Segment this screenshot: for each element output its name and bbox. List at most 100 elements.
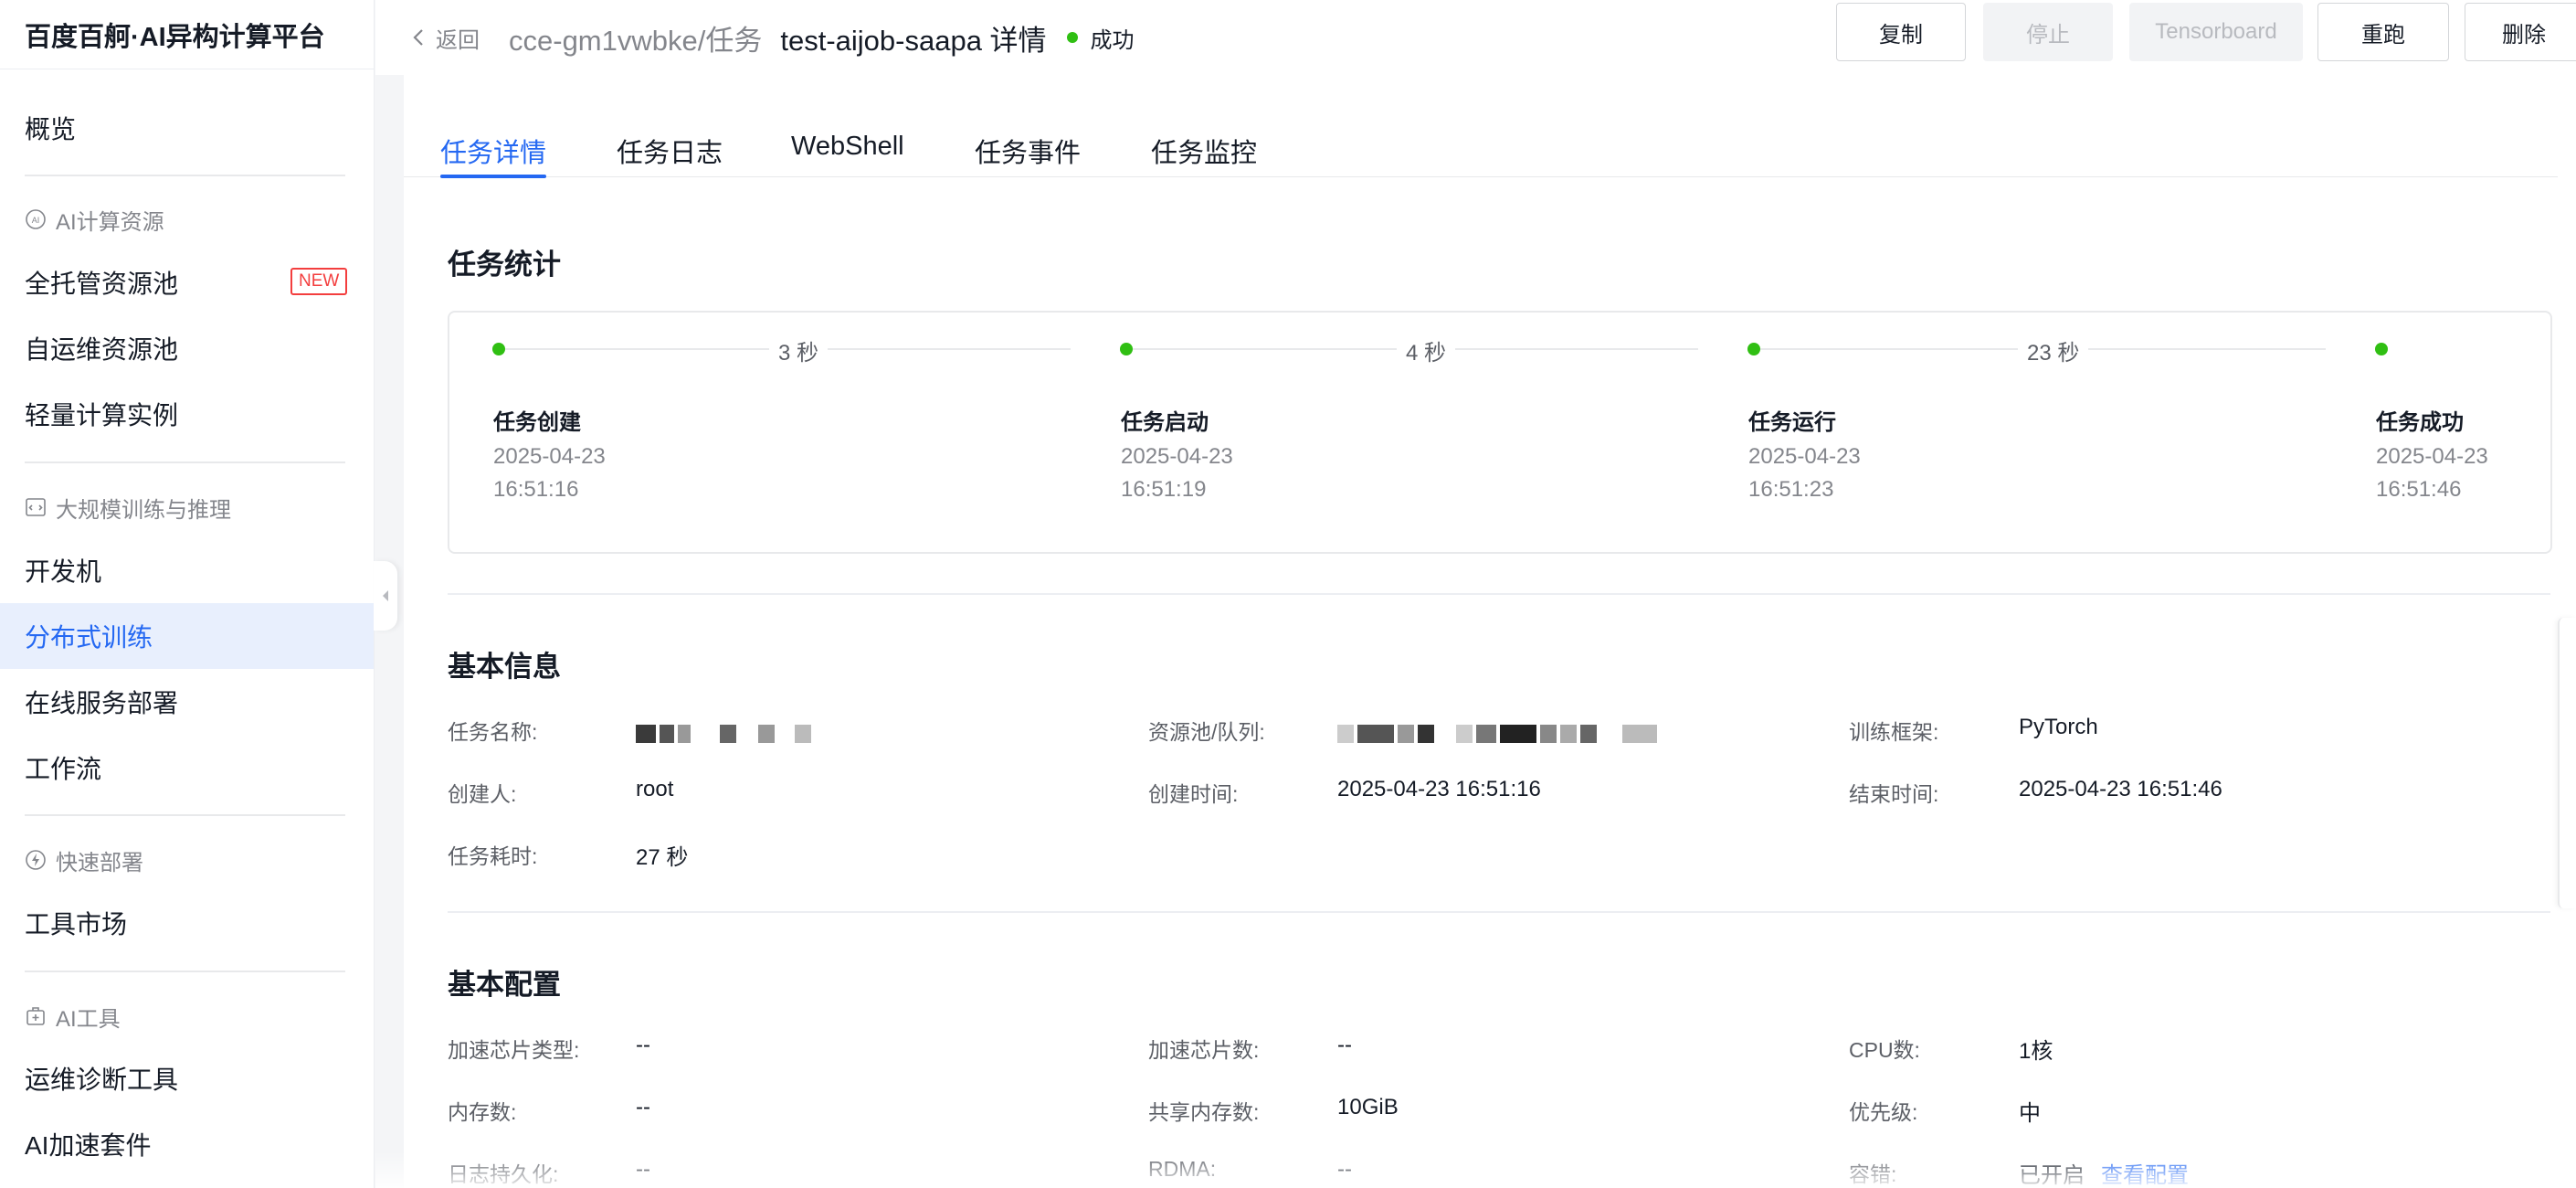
sidebar-item-label: 在线服务部署	[25, 689, 179, 717]
cpu-label: CPU数:	[1849, 1038, 1920, 1062]
sidebar-item-label: 工具市场	[25, 910, 128, 939]
main-content: 任务详情 任务日志 WebShell 任务事件 任务监控 任务统计 3 秒 4 …	[404, 75, 2576, 1188]
chip-count-value: --	[1337, 1033, 1352, 1057]
ended-time-label: 结束时间:	[1849, 782, 1939, 806]
fault-tolerance-label: 容错:	[1849, 1162, 1897, 1186]
sidebar-item-workflow[interactable]: 工作流	[0, 735, 374, 801]
fault-tolerance-value: 已开启 查看配置	[2019, 1157, 2189, 1188]
sidebar-item-label: 运维诊断工具	[25, 1066, 179, 1094]
pool-queue-label: 资源池/队列:	[1148, 720, 1265, 744]
toolbox-icon	[26, 1007, 45, 1025]
timeline-duration: 23 秒	[2018, 334, 2089, 366]
tab-bar: 任务详情 任务日志 WebShell 任务事件 任务监控	[404, 132, 2558, 178]
priority-label: 优先级:	[1849, 1100, 1918, 1124]
sidebar-group-label: 大规模训练与推理	[56, 497, 231, 523]
sidebar-item-label: 全托管资源池	[25, 270, 179, 298]
sidebar-item-ops-tool[interactable]: 运维诊断工具	[0, 1045, 374, 1111]
chevron-left-icon	[413, 29, 423, 46]
tab-task-log[interactable]: 任务日志	[617, 132, 723, 177]
section-divider	[448, 911, 2550, 913]
timeline-dot	[2375, 343, 2388, 355]
sidebar-item-overview[interactable]: 概览	[0, 95, 374, 161]
timeline-dot	[492, 343, 505, 355]
sidebar-divider	[25, 175, 345, 176]
sidebar-item-dev-machine[interactable]: 开发机	[0, 537, 374, 603]
timeline-dot	[1120, 343, 1133, 355]
chevron-left-icon	[383, 590, 388, 601]
framework-value: PyTorch	[2019, 715, 2098, 739]
status-dot	[1066, 32, 1078, 43]
creator-value: root	[636, 777, 674, 801]
sidebar-item-tool-market[interactable]: 工具市场	[0, 890, 374, 956]
view-config-link[interactable]: 查看配置	[2101, 1163, 2189, 1188]
sidebar-group-tools: AI工具	[25, 998, 121, 1034]
ai-chip-icon: AI	[26, 209, 46, 229]
cpu-value: 1核	[2019, 1039, 2053, 1064]
log-persist-value: --	[636, 1157, 650, 1182]
section-title-stats: 任务统计	[448, 249, 561, 281]
timeline-step-time: 2025-04-23 16:51:16	[493, 444, 606, 502]
sidebar-item-label: 轻量计算实例	[25, 401, 179, 430]
sidebar-item-label: AI加速套件	[25, 1131, 152, 1160]
rdma-label: RDMA:	[1148, 1157, 1217, 1181]
breadcrumb[interactable]: cce-gm1vwbke/任务	[509, 17, 762, 58]
fault-tolerance-status: 已开启	[2019, 1163, 2085, 1188]
sidebar-item-label: 开发机	[25, 557, 102, 586]
sidebar-item-distributed-training[interactable]: 分布式训练	[0, 603, 374, 669]
sidebar-collapse-handle[interactable]	[374, 561, 397, 631]
chip-type-label: 加速芯片类型:	[448, 1038, 580, 1062]
ended-time-value: 2025-04-23 16:51:46	[2019, 777, 2222, 801]
tab-task-detail[interactable]: 任务详情	[440, 132, 547, 178]
priority-value: 中	[2019, 1101, 2041, 1126]
created-time-value: 2025-04-23 16:51:16	[1337, 777, 1541, 801]
tab-task-events[interactable]: 任务事件	[975, 132, 1081, 177]
pool-queue-value-redacted	[1337, 720, 1657, 746]
chip-count-label: 加速芯片数:	[1148, 1038, 1260, 1062]
new-badge: NEW	[290, 268, 348, 295]
copy-button[interactable]: 复制	[1836, 3, 1966, 61]
creator-label: 创建人:	[448, 782, 517, 806]
sidebar: 百度百舸·AI异构计算平台 概览 AI AI计算资源 全托管资源池 NEW 自运…	[0, 0, 375, 1188]
sidebar-divider	[25, 971, 345, 972]
section-title-basic-config: 基本配置	[448, 969, 561, 1001]
sidebar-item-label: 工作流	[25, 755, 102, 783]
sidebar-item-label: 分布式训练	[25, 623, 153, 652]
sidebar-item-managed-pool[interactable]: 全托管资源池 NEW	[0, 249, 374, 315]
tensorboard-button[interactable]: Tensorboard	[2129, 3, 2303, 61]
task-name-value-redacted	[636, 720, 811, 746]
timeline-step-time: 2025-04-23 16:51:46	[2376, 444, 2488, 502]
stop-button[interactable]: 停止	[1983, 3, 2113, 61]
tab-task-monitor[interactable]: 任务监控	[1151, 132, 1257, 177]
delete-button[interactable]: 删除	[2465, 3, 2576, 61]
sidebar-item-label: 自运维资源池	[25, 335, 179, 364]
sidebar-item-self-pool[interactable]: 自运维资源池	[0, 315, 374, 381]
chip-type-value: --	[636, 1033, 650, 1057]
sidebar-group-label: AI工具	[56, 1006, 121, 1032]
back-button[interactable]: 返回	[412, 22, 480, 54]
sidebar-group-compute: AI AI计算资源	[25, 201, 164, 238]
task-duration-label: 任务耗时:	[448, 844, 538, 868]
timeline-step-time: 2025-04-23 16:51:19	[1121, 444, 1233, 502]
timeline-duration: 3 秒	[769, 334, 829, 366]
sidebar-item-ai-accel[interactable]: AI加速套件	[0, 1111, 374, 1177]
task-duration-value: 27 秒	[636, 845, 689, 870]
sidebar-group-label: AI计算资源	[56, 209, 164, 235]
sidebar-group-quick: 快速部署	[25, 842, 143, 878]
task-timeline: 3 秒 4 秒 23 秒 任务创建 2025-04-23 16:51:16 任务启…	[448, 311, 2552, 554]
log-persist-label: 日志持久化:	[448, 1162, 559, 1186]
memory-value: --	[636, 1095, 650, 1119]
timeline-duration: 4 秒	[1397, 334, 1456, 366]
sidebar-item-light-instance[interactable]: 轻量计算实例	[0, 381, 374, 447]
floating-side-panel[interactable]	[2558, 618, 2576, 908]
page-title: test-aijob-saapa 详情	[780, 24, 1047, 57]
section-divider	[448, 593, 2550, 595]
svg-text:AI: AI	[32, 216, 40, 225]
task-name-label: 任务名称:	[448, 720, 538, 744]
timeline-step-label: 任务创建	[493, 410, 581, 435]
timeline-step-label: 任务运行	[1748, 410, 1836, 435]
sidebar-item-online-service[interactable]: 在线服务部署	[0, 669, 374, 735]
rerun-button[interactable]: 重跑	[2317, 3, 2449, 61]
shared-memory-label: 共享内存数:	[1148, 1100, 1260, 1124]
tab-webshell[interactable]: WebShell	[791, 132, 904, 177]
sidebar-group-training: 大规模训练与推理	[25, 489, 231, 525]
